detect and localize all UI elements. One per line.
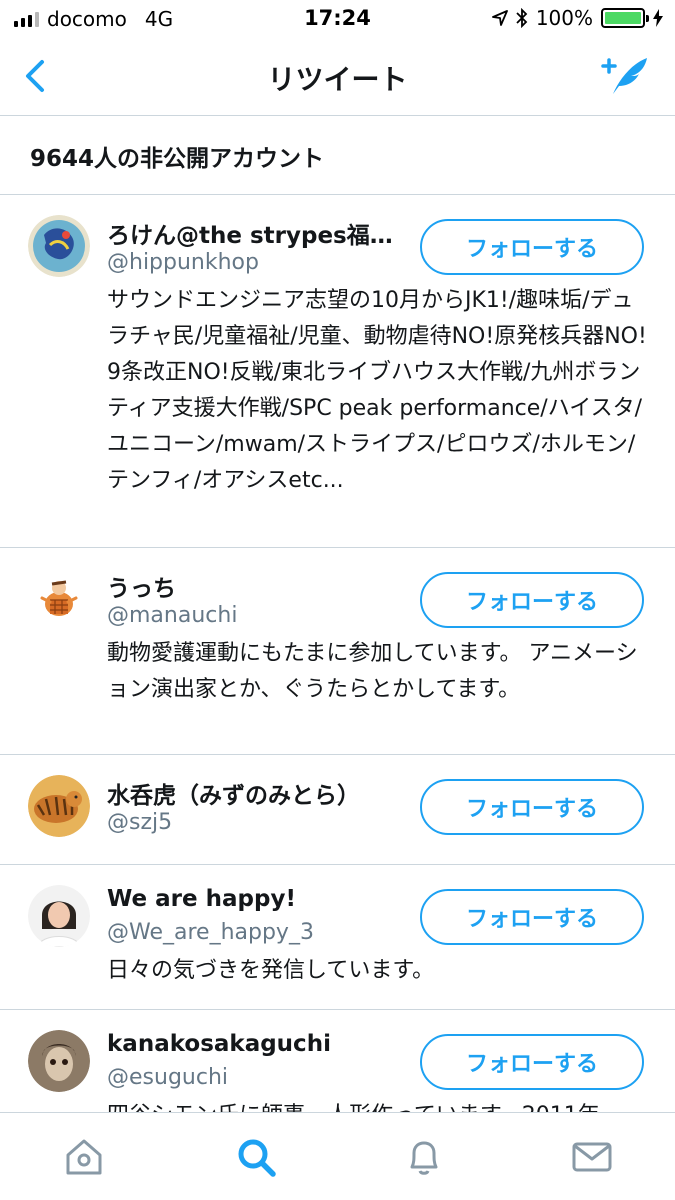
avatar[interactable]: [28, 568, 90, 630]
user-row[interactable]: ろけん@the strypes福… @hippunkhop サウンドエンジニア志…: [0, 195, 675, 548]
status-bar: docomo 4G 17:24 100%: [0, 0, 675, 40]
follow-button[interactable]: フォローする: [420, 1034, 644, 1090]
follow-button[interactable]: フォローする: [420, 219, 644, 275]
private-accounts-header: 9644人の非公開アカウント: [0, 116, 675, 195]
battery-percent: 100%: [535, 6, 593, 30]
user-handle[interactable]: @hippunkhop: [107, 250, 259, 275]
user-display-name[interactable]: うっち: [107, 569, 407, 603]
notifications-bell-icon[interactable]: [402, 1135, 446, 1179]
user-handle[interactable]: @szj5: [107, 810, 172, 835]
follow-button[interactable]: フォローする: [420, 779, 644, 835]
battery-icon: [601, 8, 649, 28]
retweeters-list: ろけん@the strypes福… @hippunkhop サウンドエンジニア志…: [0, 195, 675, 1112]
page-title: リツイート: [267, 63, 408, 96]
avatar[interactable]: [28, 1030, 90, 1092]
charging-bolt-icon: [653, 9, 663, 27]
user-display-name[interactable]: 水呑虎（みずのみとら）: [107, 776, 397, 810]
user-handle[interactable]: @esuguchi: [107, 1065, 228, 1090]
user-handle[interactable]: @manauchi: [107, 603, 237, 628]
search-icon[interactable]: [234, 1135, 278, 1179]
user-row[interactable]: 水呑虎（みずのみとら） @szj5 フォローする: [0, 755, 675, 865]
user-row[interactable]: kanakosakaguchi @esuguchi 四谷シモン氏に師事。人形作っ…: [0, 1010, 675, 1112]
avatar[interactable]: [28, 775, 90, 837]
avatar[interactable]: [28, 885, 90, 947]
private-accounts-count: 9644人の非公開アカウント: [30, 146, 325, 172]
location-arrow-icon: [491, 10, 508, 26]
home-icon[interactable]: [62, 1135, 106, 1179]
user-display-name[interactable]: We are happy!: [107, 886, 407, 912]
user-handle[interactable]: @We_are_happy_3: [107, 920, 314, 945]
navigation-bar: リツイート: [0, 40, 675, 116]
user-bio: 日々の気づきを発信しています。: [107, 958, 435, 983]
bluetooth-icon: [516, 8, 528, 28]
tab-bar: [0, 1112, 675, 1200]
user-display-name[interactable]: kanakosakaguchi: [107, 1031, 407, 1057]
user-display-name[interactable]: ろけん@the strypes福…: [107, 216, 407, 250]
user-row[interactable]: We are happy! @We_are_happy_3 日々の気づきを発信し…: [0, 865, 675, 1010]
status-right: 100%: [491, 6, 663, 30]
follow-button[interactable]: フォローする: [420, 572, 644, 628]
messages-envelope-icon[interactable]: [570, 1135, 614, 1179]
compose-tweet-icon[interactable]: [599, 54, 651, 98]
avatar[interactable]: [28, 215, 90, 277]
user-bio: 動物愛護運動にもたまに参加しています。 アニメーション演出家とか、ぐうたらとかし…: [107, 641, 638, 702]
user-bio: サウンドエンジニア志望の10月からJK1!/趣味垢/デュラチャ民/児童福祉/児童…: [107, 288, 647, 493]
user-bio: 四谷シモン氏に師事。人形作っています。2011年: [107, 1098, 652, 1112]
user-row[interactable]: うっち @manauchi 動物愛護運動にもたまに参加しています。 アニメーショ…: [0, 548, 675, 755]
follow-button[interactable]: フォローする: [420, 889, 644, 945]
